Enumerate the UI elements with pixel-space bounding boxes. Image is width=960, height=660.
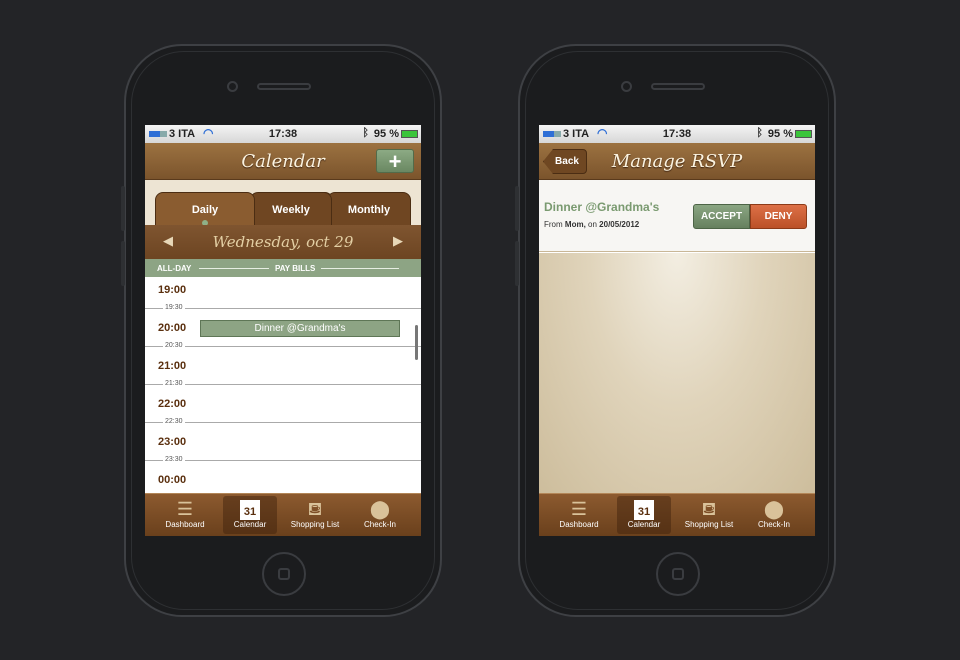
tab-calendar[interactable]: 31 Calendar — [223, 496, 277, 534]
event-block[interactable]: Dinner @Grandma's — [200, 320, 400, 337]
tab-label: Shopping List — [290, 520, 340, 529]
hour-label: 21:00 — [158, 360, 187, 372]
speaker — [257, 83, 311, 90]
tab-shopping-list[interactable]: ⛾ Shopping List — [677, 496, 741, 534]
event-date: 20/05/2012 — [599, 220, 640, 229]
tab-shopping-list[interactable]: ⛾ Shopping List — [283, 496, 347, 534]
tab-label: Dashboard — [559, 520, 599, 529]
next-day-arrow-icon[interactable]: ▶ — [393, 233, 403, 249]
hour-label: 23:00 — [158, 436, 187, 448]
battery-icon — [401, 130, 418, 138]
phone-calendar: 3 ITA ◠ 17:38 ᛒ 95 % Calendar + Monthly … — [121, 44, 442, 617]
hour-row: 22:00 22:30 — [145, 391, 421, 429]
volume-button — [121, 186, 125, 231]
on-label: on — [588, 220, 597, 229]
all-day-label: ALL-DAY — [157, 264, 192, 273]
scrollbar[interactable] — [415, 325, 418, 360]
tab-check-in[interactable]: ⬤ Check-In — [744, 496, 804, 534]
page-title: Manage RSVP — [611, 151, 743, 172]
calendar-screen: 3 ITA ◠ 17:38 ᛒ 95 % Calendar + Monthly … — [145, 125, 421, 536]
battery-percent: 95 % — [373, 128, 399, 140]
half-hour-label: 19:30 — [163, 304, 185, 311]
tab-weekly[interactable]: Weekly — [250, 192, 332, 226]
calendar-day: 31 — [240, 500, 260, 520]
all-day-event[interactable]: PAY BILLS — [275, 264, 315, 273]
basket-icon: ⛾ — [307, 499, 323, 519]
pin-icon: ⬤ — [763, 499, 785, 519]
nav-bar: Calendar + — [145, 143, 421, 180]
calendar-day: 31 — [634, 500, 654, 520]
hour-label: 20:00 — [158, 322, 187, 334]
hour-row: 21:00 21:30 — [145, 353, 421, 391]
tab-label: Shopping List — [684, 520, 734, 529]
from-name: Mom, — [564, 220, 586, 229]
calendar-icon: 31 — [617, 496, 671, 520]
event-title: Dinner @Grandma's — [544, 200, 660, 214]
event-meta: From Mom, on 20/05/2012 — [544, 220, 639, 229]
speaker — [651, 83, 705, 90]
calendar-icon: 31 — [223, 496, 277, 520]
hour-label: 00:00 — [158, 474, 187, 486]
list-icon: ☰ — [570, 499, 588, 519]
status-bar: 3 ITA ◠ 17:38 ᛒ 95 % — [145, 125, 421, 143]
tab-label: Dashboard — [165, 520, 205, 529]
list-icon: ☰ — [176, 499, 194, 519]
add-button[interactable]: + — [376, 149, 414, 173]
deny-button[interactable]: DENY — [750, 204, 807, 229]
tab-label: Check-In — [757, 520, 790, 529]
nav-bar: Back Manage RSVP — [539, 143, 815, 180]
bluetooth-icon: ᛒ — [362, 127, 369, 139]
accept-button[interactable]: ACCEPT — [693, 204, 750, 229]
tab-label: Calendar — [233, 520, 267, 529]
tab-monthly[interactable]: Monthly — [327, 192, 411, 226]
tab-dashboard[interactable]: ☰ Dashboard — [549, 496, 609, 534]
battery-icon — [795, 130, 812, 138]
tab-bar: ☰ Dashboard 31 Calendar ⛾ Shopping List ⬤ Ch… — [539, 493, 815, 536]
tab-dashboard[interactable]: ☰ Dashboard — [155, 496, 215, 534]
hour-list[interactable]: 19:00 19:30 20:00 20:30 21:00 21:30 22:00 22… — [145, 277, 421, 493]
rsvp-card: Dinner @Grandma's From Mom, on 20/05/201… — [539, 180, 815, 252]
tab-label: Calendar — [627, 520, 661, 529]
all-day-strip: ALL-DAY PAY BILLS — [145, 259, 421, 277]
tab-label: Check-In — [363, 520, 396, 529]
tab-calendar[interactable]: 31 Calendar — [617, 496, 671, 534]
hour-row: 19:00 19:30 — [145, 277, 421, 315]
status-bar: 3 ITA ◠ 17:38 ᛒ 95 % — [539, 125, 815, 143]
tab-check-in[interactable]: ⬤ Check-In — [350, 496, 410, 534]
half-hour-label: 23:30 — [163, 456, 185, 463]
hour-row: 00:00 — [145, 467, 421, 493]
from-label: From — [544, 220, 563, 229]
hour-label: 19:00 — [158, 284, 187, 296]
half-hour-label: 20:30 — [163, 342, 185, 349]
volume-button — [515, 186, 519, 231]
paper-background — [539, 253, 815, 493]
volume-button — [515, 241, 519, 286]
hour-label: 22:00 — [158, 398, 187, 410]
current-date: Wednesday, oct 29 — [212, 233, 354, 251]
bluetooth-icon: ᛒ — [756, 127, 763, 139]
half-hour-label: 21:30 — [163, 380, 185, 387]
rsvp-screen: 3 ITA ◠ 17:38 ᛒ 95 % Back Manage RSVP Di… — [539, 125, 815, 536]
divider — [321, 268, 399, 269]
basket-icon: ⛾ — [701, 499, 717, 519]
hour-row: 23:00 23:30 — [145, 429, 421, 467]
phone-rsvp: 3 ITA ◠ 17:38 ᛒ 95 % Back Manage RSVP Di… — [515, 44, 836, 617]
home-button[interactable] — [656, 552, 700, 596]
battery-percent: 95 % — [767, 128, 793, 140]
half-hour-label: 22:30 — [163, 418, 185, 425]
pin-icon: ⬤ — [369, 499, 391, 519]
date-bar: ◀ Wednesday, oct 29 ▶ — [145, 225, 421, 259]
divider — [199, 268, 269, 269]
volume-button — [121, 241, 125, 286]
camera — [227, 81, 238, 92]
tab-bar: ☰ Dashboard 31 Calendar ⛾ Shopping List ⬤ Ch… — [145, 493, 421, 536]
home-button[interactable] — [262, 552, 306, 596]
camera — [621, 81, 632, 92]
